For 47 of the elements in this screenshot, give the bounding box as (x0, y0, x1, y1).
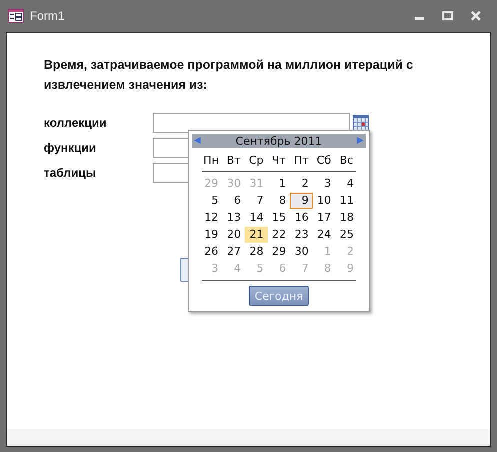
window-title: Form1 (30, 9, 65, 23)
form-icon (8, 9, 24, 23)
day-cell[interactable]: 24 (312, 226, 336, 242)
day-cell[interactable]: 30 (290, 244, 313, 260)
day-cell[interactable]: 28 (245, 244, 268, 260)
weekday-label: Сб (316, 153, 332, 168)
day-cell[interactable]: 15 (268, 210, 290, 226)
day-cell[interactable]: 12 (200, 210, 223, 226)
day-cell[interactable]: 14 (245, 210, 268, 226)
weekday-label: Вс (338, 153, 354, 168)
day-cell[interactable]: 22 (268, 226, 290, 242)
day-cell[interactable]: 8 (268, 192, 290, 208)
prompt-text: Время, затрачиваемое программой на миллион итераций с извлечением значения из: (44, 57, 414, 94)
day-cell[interactable]: 4 (335, 176, 358, 192)
day-cell[interactable]: 2 (290, 176, 313, 192)
day-cell[interactable]: 11 (335, 192, 358, 208)
day-cell[interactable]: 18 (335, 210, 358, 226)
day-cell[interactable]: 16 (290, 210, 313, 226)
day-cell[interactable]: 19 (200, 226, 223, 242)
field-label: функции (44, 141, 98, 155)
day-cell[interactable]: 27 (222, 244, 246, 260)
day-cell[interactable]: 17 (312, 210, 336, 226)
day-cell[interactable]: 1 (268, 176, 290, 192)
day-cell[interactable]: 10 (312, 192, 336, 208)
month-title: Сентябрь 2011 (236, 134, 322, 148)
day-cell[interactable]: 20 (222, 226, 246, 242)
day-cell[interactable]: 26 (200, 244, 223, 260)
weekday-label: Ср (248, 153, 265, 168)
day-cell[interactable]: 23 (290, 226, 313, 242)
weekday-label: Вт (226, 153, 242, 168)
day-cell[interactable]: 29 (268, 244, 290, 260)
weekday-label: Пт (293, 153, 310, 168)
weekday-label: Чт (271, 153, 287, 168)
day-cell[interactable]: 7 (245, 192, 268, 208)
field-label: коллекции (44, 116, 108, 130)
day-cell[interactable]: 13 (222, 210, 246, 226)
day-cell[interactable]: 25 (335, 226, 358, 242)
calendar-icon[interactable] (353, 115, 369, 131)
weekday-label: Пн (202, 153, 220, 168)
day-cell[interactable]: 9 (290, 192, 313, 208)
day-cell[interactable]: 21 (245, 226, 268, 242)
day-cell[interactable]: 6 (222, 192, 246, 208)
field-label: таблицы (44, 166, 98, 180)
day-cell[interactable]: 3 (312, 176, 336, 192)
day-cell[interactable]: 5 (200, 192, 223, 208)
close-icon[interactable] (469, 10, 483, 22)
maximize-icon[interactable] (441, 10, 455, 22)
